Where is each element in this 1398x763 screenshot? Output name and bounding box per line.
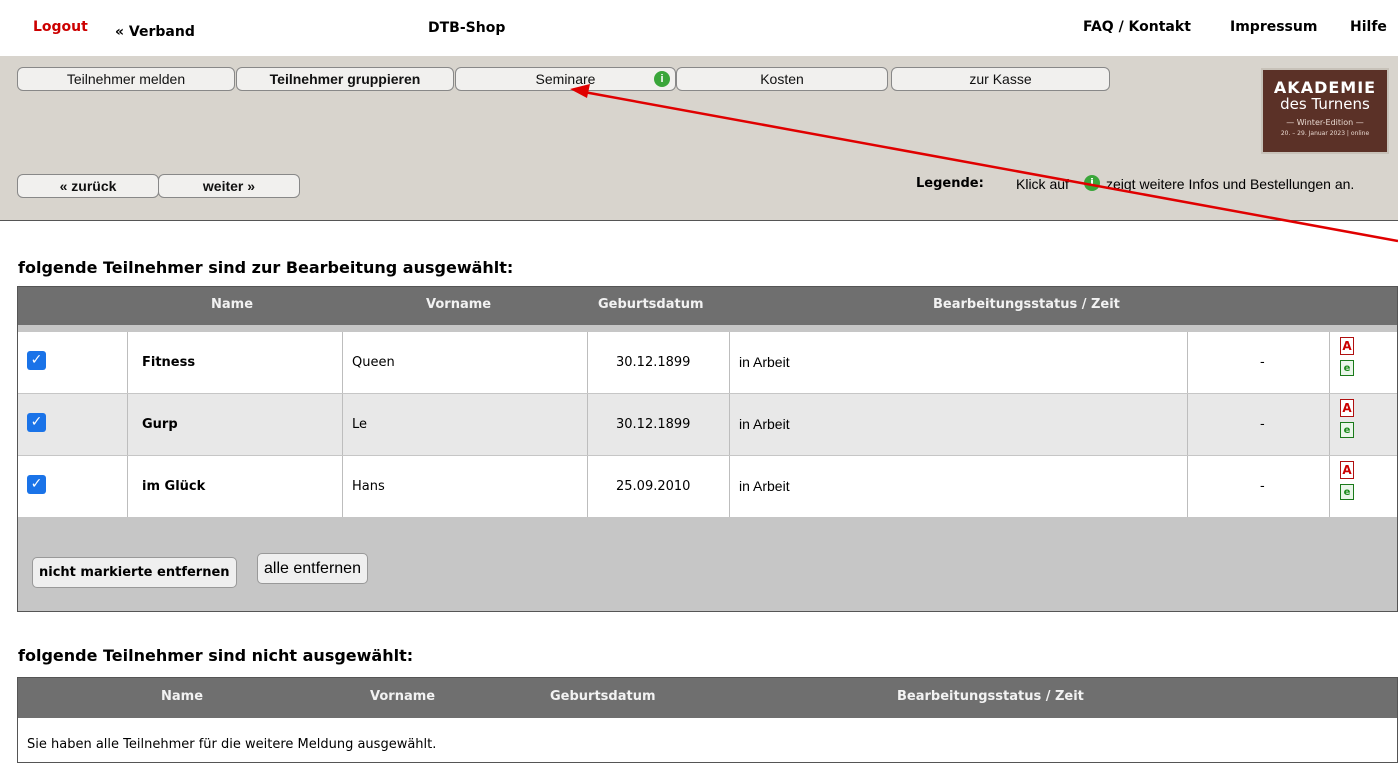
- cell-geburtsdatum: 25.09.2010: [588, 456, 730, 517]
- pdf-icon[interactable]: A: [1340, 399, 1354, 417]
- cell-zeit: -: [1188, 332, 1330, 393]
- shop-title: DTB-Shop: [428, 20, 506, 36]
- hilfe-link[interactable]: Hilfe: [1350, 19, 1387, 35]
- table-row: ✓ im Glück Hans 25.09.2010 in Arbeit - A…: [18, 456, 1397, 517]
- tab-kosten[interactable]: Kosten: [676, 67, 888, 91]
- top-bar: Logout « Verband DTB-Shop FAQ / Kontakt …: [0, 8, 1398, 48]
- col-status: Bearbeitungsstatus / Zeit: [933, 297, 1120, 312]
- cell-vorname: Hans: [343, 456, 588, 517]
- select-cell: ✓: [18, 394, 128, 455]
- tab-zur-kasse[interactable]: zur Kasse: [891, 67, 1110, 91]
- cell-zeit: -: [1188, 456, 1330, 517]
- col-vorname: Vorname: [426, 297, 492, 312]
- legend-text-before: Klick auf: [1016, 176, 1069, 192]
- table-header: Name Vorname Geburtsdatum Bearbeitungsst…: [18, 678, 1397, 718]
- excel-icon[interactable]: e: [1340, 360, 1354, 376]
- pdf-icon[interactable]: A: [1340, 337, 1354, 355]
- tab-label: Kosten: [760, 71, 804, 87]
- tab-teilnehmer-melden[interactable]: Teilnehmer melden: [17, 67, 235, 91]
- tab-label: Teilnehmer melden: [66, 71, 186, 87]
- pdf-icon[interactable]: A: [1340, 461, 1354, 479]
- table-row: ✓ Gurp Le 30.12.1899 in Arbeit - A e: [18, 394, 1397, 455]
- cell-geburtsdatum: 30.12.1899: [588, 394, 730, 455]
- info-icon[interactable]: i: [654, 71, 670, 87]
- tab-label: Seminare: [535, 71, 596, 87]
- select-cell: ✓: [18, 332, 128, 393]
- akademie-logo: AKADEMIE des Turnens — Winter-Edition — …: [1261, 68, 1389, 154]
- selected-table: Name Vorname Geburtsdatum Bearbeitungsst…: [17, 286, 1398, 612]
- excel-icon[interactable]: e: [1340, 422, 1354, 438]
- select-cell: ✓: [18, 456, 128, 517]
- logo-line-2: des Turnens: [1280, 95, 1370, 113]
- unselected-heading: folgende Teilnehmer sind nicht ausgewähl…: [18, 646, 414, 665]
- cell-name: Gurp: [128, 394, 343, 455]
- cell-name: im Glück: [128, 456, 343, 517]
- tab-seminare[interactable]: Seminare i: [455, 67, 676, 91]
- table-header: Name Vorname Geburtsdatum Bearbeitungsst…: [18, 287, 1397, 325]
- next-button[interactable]: weiter »: [158, 174, 300, 198]
- cell-vorname: Queen: [343, 332, 588, 393]
- verband-link[interactable]: « Verband: [115, 24, 195, 40]
- cell-geburtsdatum: 30.12.1899: [588, 332, 730, 393]
- button-label: weiter »: [202, 178, 256, 194]
- logout-link[interactable]: Logout: [33, 19, 88, 35]
- row-checkbox[interactable]: ✓: [27, 475, 46, 494]
- tab-teilnehmer-gruppieren[interactable]: Teilnehmer gruppieren: [236, 67, 454, 91]
- cell-status: in Arbeit: [730, 394, 1188, 455]
- col-geburtsdatum: Geburtsdatum: [550, 689, 656, 704]
- selected-heading: folgende Teilnehmer sind zur Bearbeitung…: [18, 258, 514, 277]
- remove-all-button[interactable]: alle entfernen: [257, 553, 368, 584]
- table-row: ✓ Fitness Queen 30.12.1899 in Arbeit - A…: [18, 332, 1397, 393]
- row-checkbox[interactable]: ✓: [27, 413, 46, 432]
- cell-name: Fitness: [128, 332, 343, 393]
- col-vorname: Vorname: [370, 689, 436, 704]
- col-name: Name: [211, 297, 254, 312]
- col-geburtsdatum: Geburtsdatum: [598, 297, 704, 312]
- empty-message: Sie haben alle Teilnehmer für die weiter…: [27, 737, 437, 752]
- cell-status: in Arbeit: [730, 456, 1188, 517]
- logo-line-4: 20. – 29. Januar 2023 | online: [1280, 130, 1370, 137]
- col-status: Bearbeitungsstatus / Zeit: [897, 689, 1084, 704]
- row-checkbox[interactable]: ✓: [27, 351, 46, 370]
- faq-link[interactable]: FAQ / Kontakt: [1083, 19, 1191, 35]
- legend-label: Legende:: [916, 176, 984, 191]
- logo-line-3: — Winter-Edition —: [1286, 118, 1364, 127]
- impressum-link[interactable]: Impressum: [1230, 19, 1317, 35]
- legend-text-after: zeigt weitere Infos und Bestellungen an.: [1106, 176, 1355, 192]
- col-name: Name: [161, 689, 204, 704]
- button-label: « zurück: [59, 178, 117, 194]
- excel-icon[interactable]: e: [1340, 484, 1354, 500]
- cell-zeit: -: [1188, 394, 1330, 455]
- cell-status: in Arbeit: [730, 332, 1188, 393]
- legend-info-icon: i: [1084, 175, 1100, 191]
- cell-vorname: Le: [343, 394, 588, 455]
- unselected-table: Name Vorname Geburtsdatum Bearbeitungsst…: [17, 677, 1398, 763]
- remove-unmarked-button[interactable]: nicht markierte entfernen: [32, 557, 237, 588]
- tab-label: Teilnehmer gruppieren: [269, 71, 421, 87]
- tab-label: zur Kasse: [969, 71, 1032, 87]
- back-button[interactable]: « zurück: [17, 174, 159, 198]
